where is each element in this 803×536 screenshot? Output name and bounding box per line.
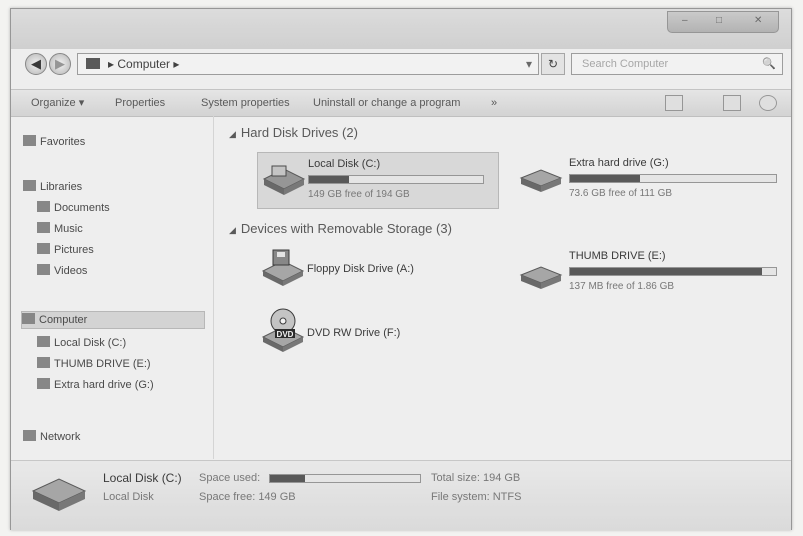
drive-tile-floppy-a[interactable]: Floppy Disk Drive (A:)	[257, 247, 457, 291]
drive-free-local-c: 149 GB free of 194 GB	[308, 189, 410, 200]
help-icon[interactable]	[759, 95, 777, 111]
back-button[interactable]: ◀	[25, 53, 47, 75]
nav-extra-drive[interactable]: Extra hard drive (G:)	[37, 377, 154, 393]
details-usage-bar	[269, 474, 421, 483]
drive-name-local-c: Local Disk (C:)	[308, 158, 381, 170]
system-properties-button[interactable]: System properties	[201, 90, 290, 116]
details-total-size: Total size: 194 GB	[431, 472, 521, 484]
maximize-button[interactable]: □	[716, 15, 722, 26]
nav-thumb-drive-label: THUMB DRIVE (E:)	[54, 358, 151, 370]
nav-videos-label: Videos	[54, 265, 88, 277]
star-icon	[23, 135, 36, 146]
music-icon	[37, 222, 50, 233]
command-bar: Organize ▾ Properties System properties …	[11, 89, 791, 117]
group-header-removable[interactable]: ◢ Devices with Removable Storage (3)	[229, 221, 452, 236]
pictures-icon	[37, 243, 50, 254]
drive-name-floppy-a: Floppy Disk Drive (A:)	[307, 263, 414, 275]
drive-name-extra-g: Extra hard drive (G:)	[569, 157, 669, 169]
search-placeholder: Search Computer	[582, 58, 669, 70]
nav-music[interactable]: Music	[37, 221, 83, 237]
nav-videos[interactable]: Videos	[37, 263, 87, 279]
network-icon	[23, 430, 36, 441]
drive-free-thumb-e: 137 MB free of 1.86 GB	[569, 281, 675, 292]
nav-documents[interactable]: Documents	[37, 200, 110, 216]
window-controls: – □ ✕	[667, 11, 779, 33]
drive-usage-bar-extra-g	[569, 174, 777, 183]
forward-button[interactable]: ▶	[49, 53, 71, 75]
drive-tile-extra-g[interactable]: Extra hard drive (G:) 73.6 GB free of 11…	[515, 152, 785, 207]
group-hard-disks-label: Hard Disk Drives (2)	[240, 125, 358, 140]
dvd-badge: DVD	[277, 330, 294, 339]
title-bar: – □ ✕	[11, 9, 791, 49]
details-drive-name: Local Disk (C:)	[103, 471, 182, 485]
drive-tile-dvd-f[interactable]: DVD DVD RW Drive (F:)	[257, 305, 457, 355]
hard-disk-icon	[31, 478, 87, 511]
nav-computer-label: Computer	[39, 314, 88, 326]
nav-favorites-label: Favorites	[40, 136, 86, 148]
details-space-free: Space free: 149 GB	[199, 491, 296, 503]
nav-extra-drive-label: Extra hard drive (G:)	[54, 379, 154, 391]
search-icon[interactable]: 🔍	[762, 54, 776, 74]
drive-tile-thumb-e[interactable]: THUMB DRIVE (E:) 137 MB free of 1.86 GB	[515, 245, 785, 300]
nav-pictures-label: Pictures	[54, 244, 94, 256]
navigation-pane: Favorites Libraries Documents Music Pict…	[11, 116, 214, 459]
view-options-icon[interactable]	[665, 95, 683, 111]
more-commands-button[interactable]: »	[491, 90, 497, 116]
explorer-window: – □ ✕ ◀ ▶ ▸ Computer ▸ ▾ ↻ Search Comput…	[10, 8, 792, 530]
details-pane: Local Disk (C:) Space used: Total size: …	[11, 460, 791, 530]
nav-favorites[interactable]: Favorites	[23, 134, 85, 150]
nav-computer[interactable]: Computer	[21, 311, 205, 329]
properties-button[interactable]: Properties	[115, 90, 165, 116]
hard-disk-icon	[519, 169, 563, 192]
group-removable-label: Devices with Removable Storage (3)	[240, 221, 452, 236]
address-bar[interactable]: ▸ Computer ▸ ▾	[77, 53, 539, 75]
nav-libraries[interactable]: Libraries	[23, 179, 82, 195]
drive-name-dvd-f: DVD RW Drive (F:)	[307, 327, 401, 339]
videos-icon	[37, 264, 50, 275]
dvd-drive-icon: DVD	[261, 308, 305, 352]
refresh-button[interactable]: ↻	[541, 53, 565, 75]
usage-fill	[309, 176, 349, 183]
breadcrumb[interactable]: ▸ Computer ▸	[108, 54, 179, 74]
floppy-drive-icon	[261, 249, 305, 286]
computer-icon	[22, 313, 35, 324]
organize-button[interactable]: Organize ▾	[31, 90, 84, 116]
nav-music-label: Music	[54, 223, 83, 235]
usage-fill	[570, 175, 640, 182]
drive-free-extra-g: 73.6 GB free of 111 GB	[569, 188, 673, 199]
nav-libraries-label: Libraries	[40, 181, 83, 193]
drive-usage-bar-thumb-e	[569, 267, 777, 276]
close-button[interactable]: ✕	[754, 15, 762, 26]
preview-pane-icon[interactable]	[723, 95, 741, 111]
usage-fill	[570, 268, 762, 275]
usage-fill	[270, 475, 305, 482]
details-drive-type: Local Disk	[103, 491, 154, 503]
group-header-hard-disks[interactable]: ◢ Hard Disk Drives (2)	[229, 125, 358, 140]
hard-disk-icon	[37, 378, 50, 389]
nav-network[interactable]: Network	[23, 429, 80, 445]
drive-name-thumb-e: THUMB DRIVE (E:)	[569, 250, 666, 262]
search-input[interactable]: Search Computer 🔍	[571, 53, 783, 75]
address-dropdown-icon[interactable]: ▾	[526, 54, 532, 74]
nav-local-disk-label: Local Disk (C:)	[54, 337, 127, 349]
usb-drive-icon	[37, 357, 50, 368]
nav-documents-label: Documents	[54, 202, 110, 214]
nav-network-label: Network	[40, 431, 81, 443]
library-icon	[23, 180, 36, 191]
hard-disk-icon	[262, 165, 306, 195]
hard-disk-icon	[37, 336, 50, 347]
usb-drive-icon	[519, 266, 563, 289]
nav-pictures[interactable]: Pictures	[37, 242, 94, 258]
uninstall-program-button[interactable]: Uninstall or change a program	[313, 90, 460, 116]
minimize-button[interactable]: –	[682, 15, 688, 26]
drive-tile-local-c[interactable]: Local Disk (C:) 149 GB free of 194 GB	[257, 152, 499, 209]
details-space-used-label: Space used:	[199, 472, 261, 484]
nav-local-disk[interactable]: Local Disk (C:)	[37, 335, 126, 351]
nav-thumb-drive[interactable]: THUMB DRIVE (E:)	[37, 356, 151, 372]
details-file-system: File system: NTFS	[431, 491, 522, 503]
computer-icon	[86, 58, 100, 69]
drive-usage-bar-local-c	[308, 175, 484, 184]
documents-icon	[37, 201, 50, 212]
